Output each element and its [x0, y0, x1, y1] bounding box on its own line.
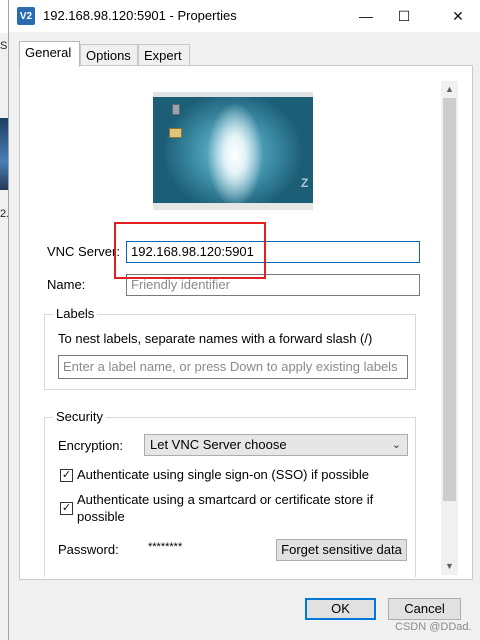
name-placeholder: Friendly identifier	[131, 277, 230, 292]
security-group-title: Security	[53, 409, 106, 424]
background-fragment: S	[0, 40, 8, 52]
encryption-selected-value: Let VNC Server choose	[150, 437, 287, 452]
labels-placeholder: Enter a label name, or press Down to app…	[63, 359, 398, 374]
close-icon: ✕	[452, 7, 464, 24]
highlight-annotation-box	[114, 222, 266, 279]
minimize-icon: —	[359, 8, 373, 24]
password-label: Password:	[58, 542, 119, 557]
sso-label[interactable]: Authenticate using single sign-on (SSO) …	[77, 467, 369, 482]
sso-checkbox[interactable]: ✓	[60, 469, 73, 482]
title-bar[interactable]: V2 192.168.98.120:5901 - Properties — ☐ …	[9, 0, 480, 32]
wallpaper-logo-icon: Z	[301, 176, 309, 190]
watermark: CSDN @DDad.	[395, 621, 472, 633]
smartcard-checkbox[interactable]: ✓	[60, 502, 73, 515]
maximize-icon: ☐	[397, 7, 411, 24]
desktop-preview: Z	[153, 92, 313, 210]
smartcard-label-line1[interactable]: Authenticate using a smartcard or certif…	[77, 492, 373, 507]
tab-options[interactable]: Options	[80, 44, 138, 66]
vnc-server-label: VNC Server:	[47, 244, 120, 259]
encryption-select[interactable]: Let VNC Server choose ⌄	[144, 434, 408, 456]
labels-group-title: Labels	[53, 306, 98, 321]
window-title: 192.168.98.120:5901 - Properties	[43, 8, 237, 23]
vertical-scrollbar[interactable]: ▲ ▼	[441, 81, 458, 575]
cancel-button[interactable]: Cancel	[388, 598, 461, 620]
password-value: ********	[148, 541, 183, 553]
general-panel: Z VNC Server: 192.168.98.120:5901 Name: …	[19, 65, 473, 580]
scroll-down-icon[interactable]: ▼	[441, 558, 458, 575]
labels-input[interactable]: Enter a label name, or press Down to app…	[58, 355, 408, 379]
folder-icon	[169, 128, 182, 138]
labels-hint: To nest labels, separate names with a fo…	[58, 331, 373, 346]
tab-general[interactable]: General	[19, 41, 80, 67]
scrollbar-thumb[interactable]	[443, 98, 456, 501]
chevron-down-icon: ⌄	[391, 439, 401, 451]
maximize-button[interactable]: ☐	[381, 0, 427, 32]
tab-expert[interactable]: Expert	[138, 44, 190, 66]
preview-taskbar	[153, 203, 313, 210]
security-group: Security Encryption: Let VNC Server choo…	[44, 409, 416, 577]
scroll-up-icon[interactable]: ▲	[441, 81, 458, 98]
labels-group: Labels To nest labels, separate names wi…	[44, 306, 416, 390]
name-label: Name:	[47, 277, 86, 292]
smartcard-label-line2[interactable]: possible	[77, 509, 125, 524]
background-thumbnail	[0, 118, 8, 190]
vnc-viewer-icon: V2	[17, 7, 35, 25]
recycle-bin-icon	[172, 104, 180, 115]
forget-sensitive-data-button[interactable]: Forget sensitive data	[276, 539, 407, 561]
encryption-label: Encryption:	[58, 438, 124, 453]
properties-dialog: V2 192.168.98.120:5901 - Properties — ☐ …	[8, 0, 480, 640]
ok-button[interactable]: OK	[305, 598, 376, 620]
close-button[interactable]: ✕	[435, 0, 480, 32]
